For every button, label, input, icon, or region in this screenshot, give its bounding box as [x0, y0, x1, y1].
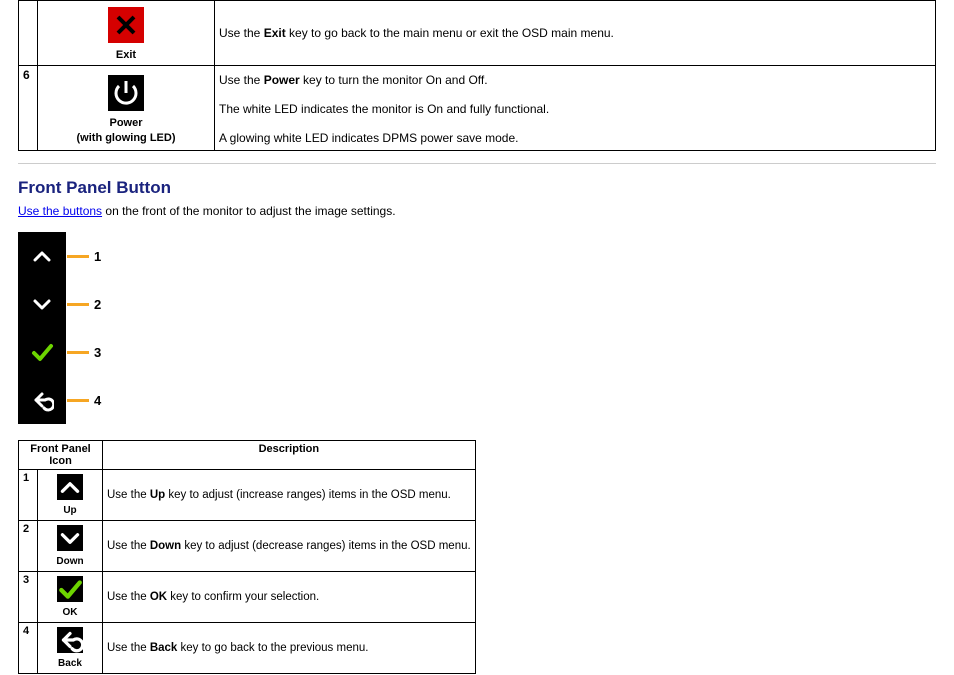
row-icon-cell: OK — [38, 572, 103, 623]
table-row: 3OKUse the OK key to confirm your select… — [19, 572, 476, 623]
row-icon-cell: Back — [38, 623, 103, 674]
row-number: 1 — [19, 470, 38, 521]
panel-up-button — [18, 232, 66, 280]
panel-back-button — [18, 376, 66, 424]
row-number: 6 — [19, 66, 38, 151]
section-heading: Front Panel Button — [18, 178, 954, 198]
panel-row: 3 — [18, 328, 954, 376]
table-row: 2DownUse the Down key to adjust (decreas… — [19, 521, 476, 572]
panel-callout-number: 4 — [94, 393, 101, 408]
down-icon — [57, 525, 83, 551]
exit-icon — [108, 7, 144, 43]
row-description: Use the OK key to confirm your selection… — [103, 572, 476, 623]
panel-row: 2 — [18, 280, 954, 328]
intro-text: Use the buttons on the front of the moni… — [18, 204, 954, 218]
row-icon-label: OK — [40, 607, 100, 618]
front-panel-diagram: 1 2 3 4 — [18, 232, 954, 424]
leader-line — [67, 255, 89, 258]
section-divider — [18, 163, 936, 164]
panel-row: 1 — [18, 232, 954, 280]
leader-line — [67, 351, 89, 354]
row-icon-label: Exit — [40, 49, 212, 61]
row-icon-label: Back — [40, 658, 100, 669]
row-number — [19, 1, 38, 66]
row-description: Use the Down key to adjust (decrease ran… — [103, 521, 476, 572]
row-description: Use the Exit key to go back to the main … — [215, 1, 936, 66]
row-icon-label: Power — [40, 117, 212, 129]
row-number: 3 — [19, 572, 38, 623]
panel-ok-button — [18, 328, 66, 376]
row-icon-cell: Down — [38, 521, 103, 572]
row-icon-label: Down — [40, 556, 100, 567]
panel-callout-number: 3 — [94, 345, 101, 360]
panel-callout-number: 2 — [94, 297, 101, 312]
row-description: Use the Up key to adjust (increase range… — [103, 470, 476, 521]
front-panel-table: Front Panel Icon Description 1UpUse the … — [18, 440, 476, 674]
top-controls-table: ExitUse the Exit key to go back to the m… — [18, 0, 936, 151]
panel-row: 4 — [18, 376, 954, 424]
use-buttons-link[interactable]: Use the buttons — [18, 204, 102, 218]
leader-line — [67, 399, 89, 402]
row-description: Use the Back key to go back to the previ… — [103, 623, 476, 674]
row-number: 2 — [19, 521, 38, 572]
table-row: 1UpUse the Up key to adjust (increase ra… — [19, 470, 476, 521]
up-icon — [57, 474, 83, 500]
back-icon — [57, 627, 83, 653]
panel-down-button — [18, 280, 66, 328]
ok-icon — [57, 576, 83, 602]
row-number: 4 — [19, 623, 38, 674]
row-description: Use the Power key to turn the monitor On… — [215, 66, 936, 151]
col-header-desc: Description — [103, 441, 476, 470]
power-icon — [108, 75, 144, 111]
row-icon-cell: Exit — [38, 1, 215, 66]
intro-rest: on the front of the monitor to adjust th… — [102, 204, 396, 218]
row-icon-cell: Power(with glowing LED) — [38, 66, 215, 151]
table-row: 4BackUse the Back key to go back to the … — [19, 623, 476, 674]
row-icon-cell: Up — [38, 470, 103, 521]
panel-callout-number: 1 — [94, 249, 101, 264]
col-header-icon: Front Panel Icon — [19, 441, 103, 470]
row-icon-label: Up — [40, 505, 100, 516]
leader-line — [67, 303, 89, 306]
